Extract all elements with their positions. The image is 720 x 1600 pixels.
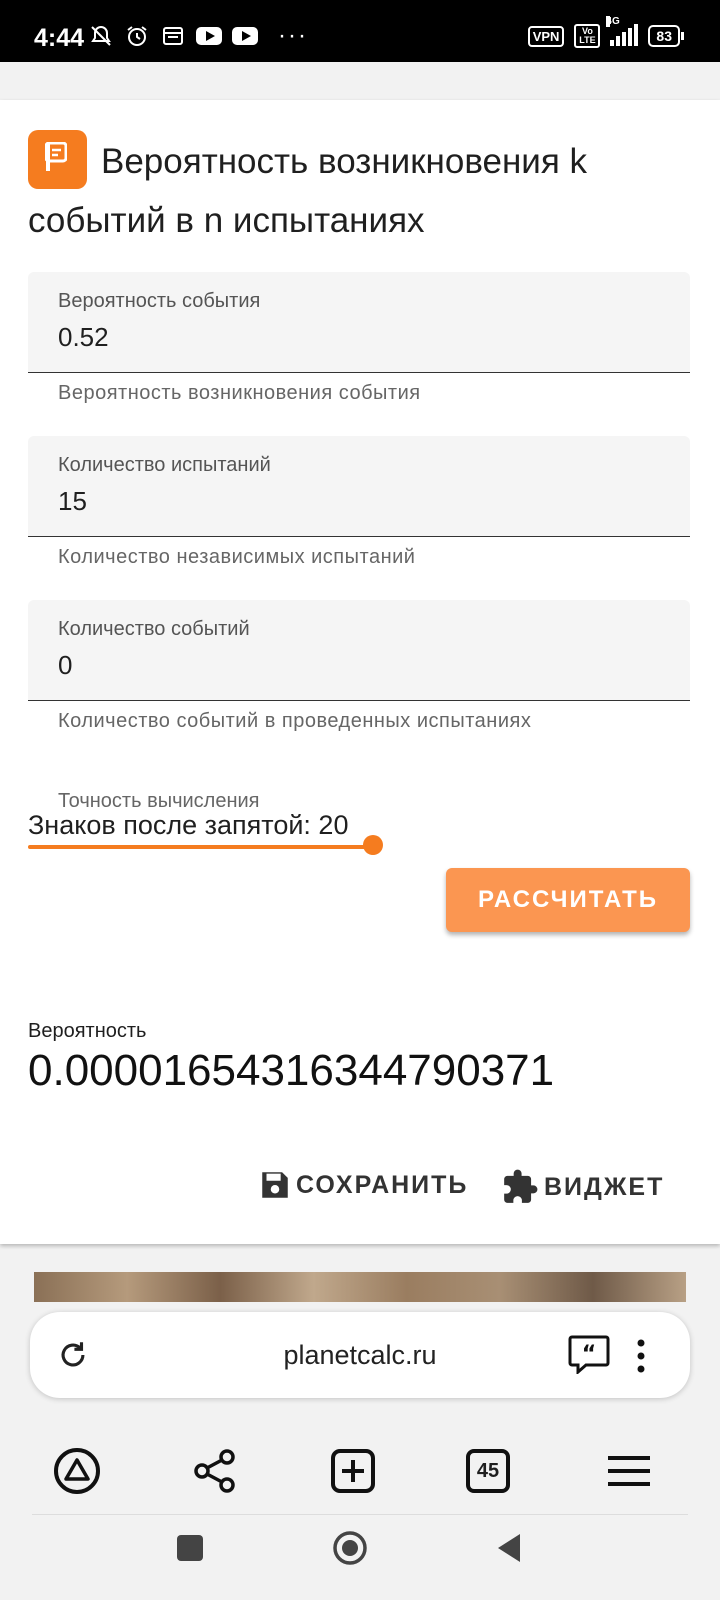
field-label: Вероятность события bbox=[58, 290, 261, 312]
recents-icon[interactable] bbox=[172, 1530, 208, 1566]
page-title: Вероятность возникновения k событий в n … bbox=[28, 142, 588, 240]
volte-icon: Vo LTE bbox=[574, 24, 601, 48]
probability-input[interactable]: 0.52 bbox=[58, 322, 658, 353]
svg-text:“: “ bbox=[582, 1342, 596, 1367]
calculator-card: Вероятность возникновения k событий в n … bbox=[0, 100, 720, 1244]
more-notifications-icon: ··· bbox=[278, 22, 308, 49]
field-label: Количество событий bbox=[58, 618, 250, 640]
field-helper-text: Вероятность возникновения события bbox=[58, 382, 421, 404]
widget-label: ВИДЖЕТ bbox=[544, 1172, 665, 1201]
result-label: Вероятность bbox=[28, 1020, 147, 1042]
status-bar: 4:44 ··· VPN Vo LTE 4G 83 bbox=[0, 0, 720, 62]
trials-input[interactable]: 15 bbox=[58, 486, 658, 517]
home-icon[interactable] bbox=[332, 1530, 368, 1566]
mute-alarm-icon bbox=[88, 25, 114, 47]
calculate-button[interactable]: РАССЧИТАТЬ bbox=[446, 868, 690, 932]
calendar-icon bbox=[160, 25, 186, 47]
network-type: 4G bbox=[606, 16, 620, 27]
divider bbox=[32, 1514, 688, 1515]
youtube-icon bbox=[196, 27, 222, 45]
vpn-icon: VPN bbox=[527, 25, 565, 47]
alarm-icon bbox=[124, 25, 150, 47]
trials-field[interactable]: Количество испытаний 15 bbox=[28, 436, 690, 537]
field-helper-text: Количество событий в проведенных испытан… bbox=[58, 710, 532, 732]
precision-slider-thumb[interactable] bbox=[363, 835, 383, 855]
ad-image bbox=[34, 1272, 686, 1302]
save-button[interactable]: СОХРАНИТЬ bbox=[258, 1168, 468, 1202]
precision-slider-track[interactable] bbox=[28, 845, 378, 849]
puzzle-icon bbox=[504, 1169, 538, 1203]
menu-icon[interactable] bbox=[604, 1446, 654, 1496]
youtube-icon bbox=[232, 27, 258, 45]
field-helper-text: Количество независимых испытаний bbox=[58, 546, 416, 568]
signal-icon: 4G bbox=[606, 16, 639, 46]
quote-icon[interactable]: “ bbox=[568, 1334, 610, 1374]
events-field[interactable]: Количество событий 0 bbox=[28, 600, 690, 701]
result-value: 0.0000165431634479037​1 bbox=[28, 1046, 555, 1095]
tabs-icon[interactable]: 45 bbox=[466, 1449, 510, 1493]
address-bar[interactable]: planetcalc.ru “ bbox=[30, 1312, 690, 1398]
probability-field[interactable]: Вероятность события 0.52 bbox=[28, 272, 690, 373]
save-label: СОХРАНИТЬ bbox=[296, 1170, 469, 1199]
widget-button[interactable]: ВИДЖЕТ bbox=[500, 1168, 664, 1206]
battery-icon: 83 bbox=[648, 25, 684, 47]
status-notification-icons: ··· bbox=[88, 22, 308, 50]
system-nav-bar bbox=[0, 1516, 720, 1600]
alice-icon[interactable] bbox=[52, 1446, 102, 1496]
share-icon[interactable] bbox=[190, 1446, 240, 1496]
browser-toolbar: planetcalc.ru “ 45 bbox=[0, 1302, 720, 1516]
digits-label: Знаков после запятой: 20 bbox=[28, 810, 349, 840]
events-input[interactable]: 0 bbox=[58, 650, 658, 681]
back-icon[interactable] bbox=[492, 1530, 528, 1566]
status-system-icons: VPN Vo LTE 4G 83 bbox=[527, 16, 684, 48]
web-content: Вероятность возникновения k событий в n … bbox=[0, 62, 720, 1302]
status-time: 4:44 bbox=[34, 24, 85, 52]
field-label: Количество испытаний bbox=[58, 454, 271, 476]
save-icon bbox=[262, 1172, 288, 1198]
more-vert-icon[interactable] bbox=[636, 1338, 646, 1374]
new-tab-icon[interactable] bbox=[328, 1446, 378, 1496]
